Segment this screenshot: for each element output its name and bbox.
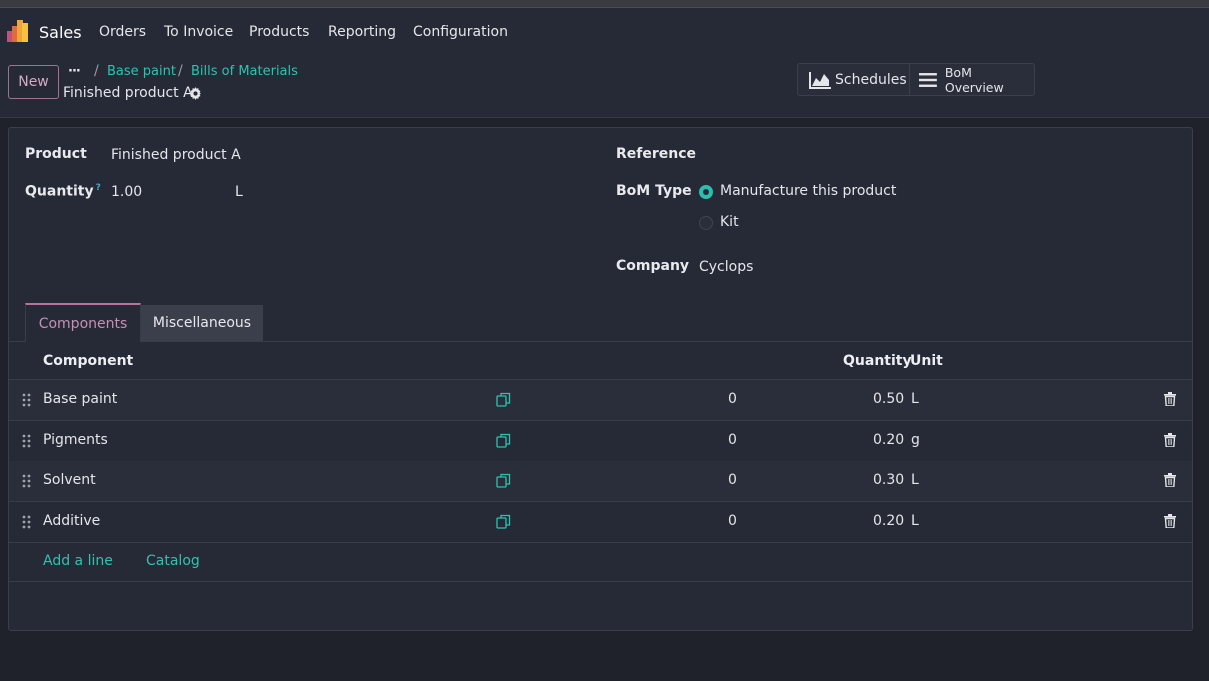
component-cell[interactable]: Base paint [43, 391, 117, 407]
radio-kit[interactable] [699, 216, 713, 230]
quantity-cell[interactable]: 0.50 [873, 391, 904, 407]
breadcrumb-more-button[interactable]: ··· [68, 64, 81, 79]
company-label: Company [616, 258, 690, 274]
product-field[interactable]: Finished product A [111, 147, 241, 163]
bom-type-label: BoM Type [616, 183, 692, 199]
copy-icon[interactable] [496, 473, 511, 488]
unit-cell[interactable]: g [911, 432, 920, 448]
component-cell[interactable]: Pigments [43, 432, 108, 448]
quantity-label: Quantity? [25, 183, 101, 200]
sales-app-icon[interactable] [7, 20, 29, 42]
copy-icon[interactable] [496, 392, 511, 407]
form-sheet: Product Finished product A Quantity? 1.0… [8, 127, 1193, 631]
table-header: Component Quantity Unit [9, 342, 1192, 380]
radio-kit-label[interactable]: Kit [720, 214, 739, 230]
company-field[interactable]: Cyclops [699, 259, 753, 275]
app-name[interactable]: Sales [39, 23, 82, 42]
breadcrumb-base-paint[interactable]: Base paint [107, 64, 176, 79]
gear-icon[interactable] [189, 87, 202, 100]
schedules-label: Schedules [835, 71, 907, 88]
extra-quantity-cell[interactable]: 0 [728, 472, 737, 488]
quantity-unit-field[interactable]: L [235, 184, 243, 200]
control-panel: New ··· / Base paint / Bills of Material… [0, 56, 1209, 118]
record-title: Finished product A [63, 85, 193, 101]
drag-handle-icon[interactable] [22, 474, 31, 488]
copy-icon[interactable] [496, 514, 511, 529]
bom-overview-label: BoM Overview [944, 64, 1004, 95]
menu-orders[interactable]: Orders [99, 24, 146, 40]
menu-products[interactable]: Products [249, 24, 309, 40]
table-row[interactable]: Solvent 0 0.30 L [9, 461, 1192, 502]
bars-icon [919, 72, 937, 87]
column-header-component[interactable]: Component [43, 353, 133, 369]
table-row[interactable]: Base paint 0 0.50 L [9, 380, 1192, 421]
add-line-link[interactable]: Add a line [43, 553, 113, 569]
table-row[interactable]: Additive 0 0.20 L [9, 502, 1192, 543]
quantity-cell[interactable]: 0.20 [873, 513, 904, 529]
extra-quantity-cell[interactable]: 0 [728, 432, 737, 448]
drag-handle-icon[interactable] [22, 393, 31, 407]
column-header-unit[interactable]: Unit [910, 353, 943, 369]
breadcrumb-separator: / [178, 63, 183, 79]
help-tooltip-icon[interactable]: ? [96, 183, 101, 193]
tab-components[interactable]: Components [25, 303, 141, 342]
product-label: Product [25, 146, 87, 162]
window-top-edge [0, 0, 1209, 7]
column-header-quantity[interactable]: Quantity [843, 353, 912, 369]
tab-miscellaneous[interactable]: Miscellaneous [141, 305, 263, 341]
area-chart-icon [809, 71, 831, 89]
trash-icon[interactable] [1164, 473, 1176, 487]
reference-label: Reference [616, 146, 697, 162]
radio-manufacture[interactable] [699, 185, 713, 199]
trash-icon[interactable] [1164, 392, 1176, 406]
menu-configuration[interactable]: Configuration [413, 24, 508, 40]
unit-cell[interactable]: L [911, 513, 919, 529]
copy-icon[interactable] [496, 433, 511, 448]
menu-to-invoice[interactable]: To Invoice [164, 24, 233, 40]
unit-cell[interactable]: L [911, 391, 919, 407]
trash-icon[interactable] [1164, 514, 1176, 528]
breadcrumb-bills-of-materials[interactable]: Bills of Materials [191, 64, 298, 79]
main-navbar: Sales Orders To Invoice Products Reporti… [0, 8, 1209, 56]
catalog-link[interactable]: Catalog [146, 553, 200, 569]
quantity-cell[interactable]: 0.30 [873, 472, 904, 488]
bom-overview-button[interactable]: BoM Overview [910, 64, 1034, 95]
component-cell[interactable]: Solvent [43, 472, 96, 488]
unit-cell[interactable]: L [911, 472, 919, 488]
trash-icon[interactable] [1164, 433, 1176, 447]
schedules-button[interactable]: Schedules [798, 64, 910, 95]
drag-handle-icon[interactable] [22, 434, 31, 448]
quantity-cell[interactable]: 0.20 [873, 432, 904, 448]
menu-reporting[interactable]: Reporting [328, 24, 396, 40]
new-button[interactable]: New [8, 65, 59, 99]
drag-handle-icon[interactable] [22, 515, 31, 529]
radio-manufacture-label[interactable]: Manufacture this product [720, 183, 896, 199]
extra-quantity-cell[interactable]: 0 [728, 513, 737, 529]
table-row[interactable]: Pigments 0 0.20 g [9, 421, 1192, 462]
component-cell[interactable]: Additive [43, 513, 100, 529]
view-button-group: Schedules BoM Overview [797, 63, 1035, 96]
extra-quantity-cell[interactable]: 0 [728, 391, 737, 407]
breadcrumb-separator: / [94, 63, 99, 79]
table-add-row: Add a line Catalog [9, 542, 1192, 582]
quantity-field[interactable]: 1.00 [111, 184, 142, 200]
